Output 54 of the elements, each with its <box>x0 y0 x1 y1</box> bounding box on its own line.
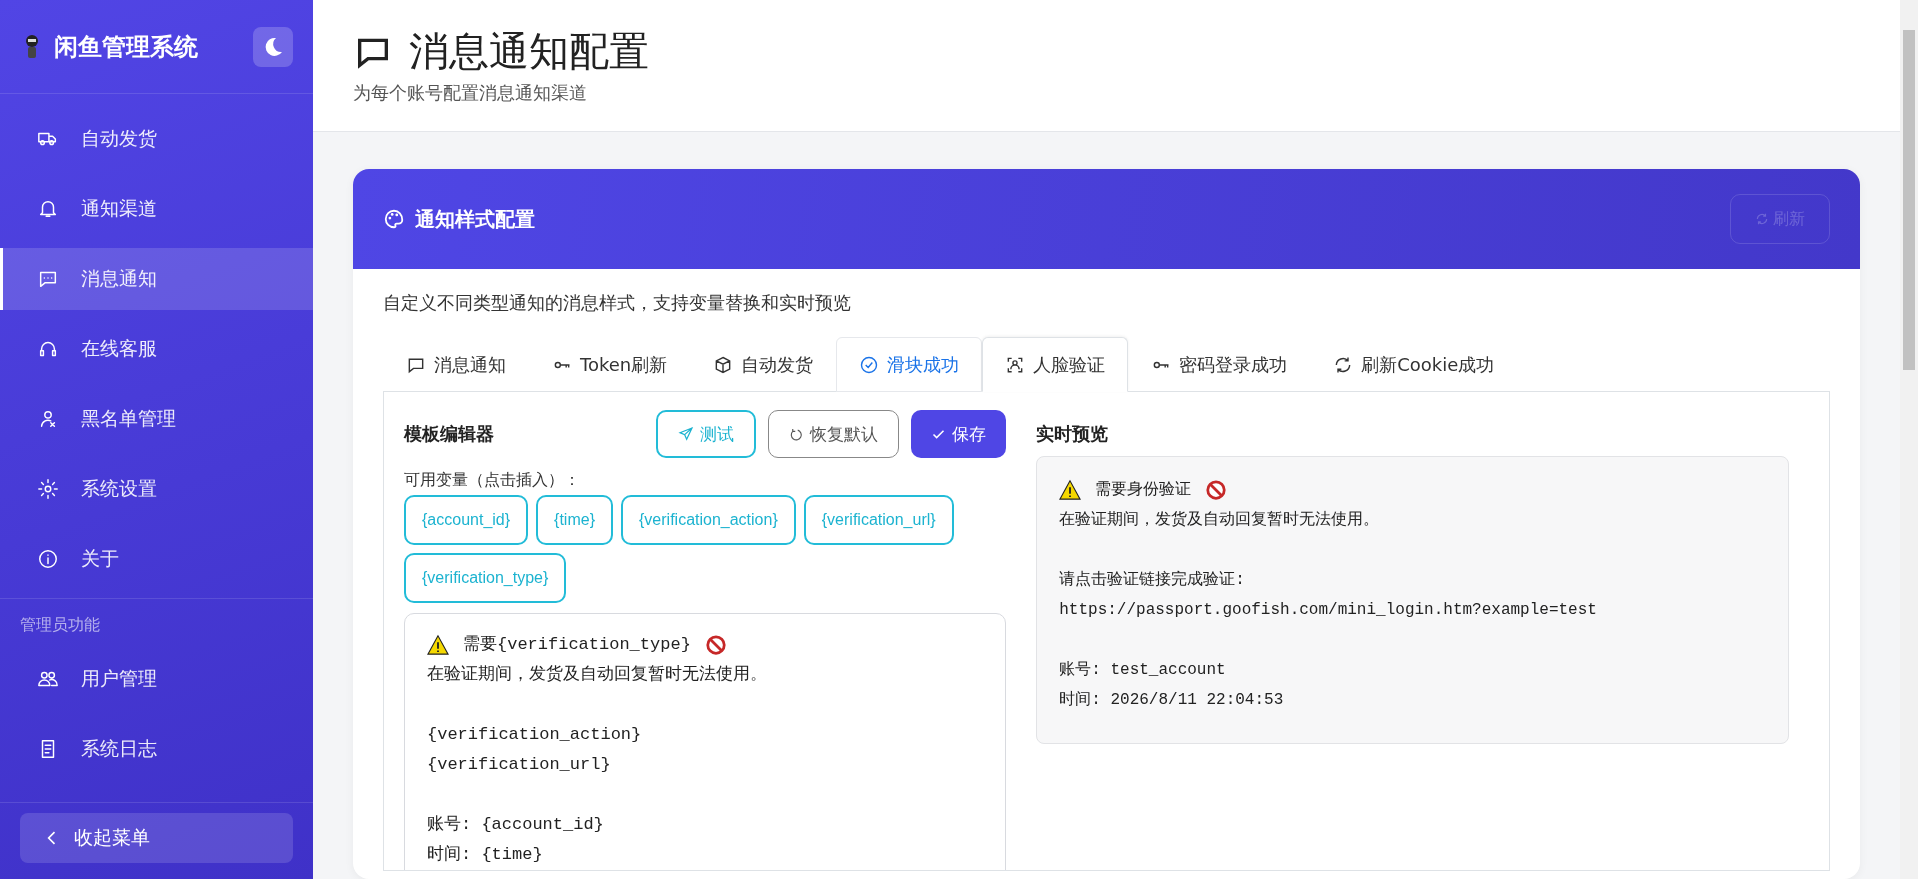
template-line: 账号: {account_id} <box>427 814 604 836</box>
collapse-menu-button[interactable]: 收起菜单 <box>20 813 293 863</box>
template-line: 时间: {time} <box>427 844 543 866</box>
tab[interactable]: 密码登录成功 <box>1128 337 1311 392</box>
scrollbar-thumb[interactable] <box>1903 30 1915 370</box>
tab[interactable]: 自动发货 <box>690 337 837 392</box>
card-description: 自定义不同类型通知的消息样式，支持变量替换和实时预览 <box>383 291 852 315</box>
reset-button[interactable]: 恢复默认 <box>768 410 900 458</box>
tab[interactable]: 滑块成功 <box>836 337 983 392</box>
tab[interactable]: 人脸验证 <box>982 337 1129 392</box>
template-line: {verification_url} <box>427 754 611 776</box>
tab[interactable]: 消息通知 <box>383 337 529 392</box>
preview-line: 时间: 2026/8/11 22:04:53 <box>1059 690 1284 711</box>
mascot-icon <box>24 33 40 60</box>
refresh-icon <box>1755 212 1769 226</box>
sidebar-item[interactable]: 系统设置 <box>0 458 313 520</box>
sidebar-item[interactable]: 通知渠道 <box>0 178 313 240</box>
preview-line: https://passport.goofish.com/mini_login.htm?example=test <box>1059 600 1597 621</box>
app-title: 闲鱼管理系统 <box>54 31 199 63</box>
preview-line: 账号: test_account <box>1059 660 1226 681</box>
preview-line: 请点击验证链接完成验证: <box>1059 569 1245 591</box>
template-line: 需要{verification_type} <box>463 634 691 656</box>
sidebar-item[interactable]: 在线客服 <box>0 318 313 380</box>
editor-title: 模板编辑器 <box>404 422 494 446</box>
tab[interactable]: 刷新Cookie成功 <box>1310 337 1518 392</box>
preview-line: 需要身份验证 <box>1095 480 1192 501</box>
send-icon <box>678 426 695 442</box>
reset-icon <box>789 426 805 442</box>
save-button[interactable]: 保存 <box>911 410 1007 458</box>
palette-icon <box>383 208 405 230</box>
preview-line: 在验证期间，发货及自动回复暂时无法使用。 <box>1059 510 1380 531</box>
sidebar-item[interactable]: 消息通知 <box>0 248 313 310</box>
warning-icon <box>427 634 449 656</box>
page-title: 消息通知配置 <box>409 27 649 76</box>
page-subtitle: 为每个账号配置消息通知渠道 <box>353 81 588 105</box>
dark-mode-toggle[interactable] <box>253 26 293 67</box>
prohibited-icon <box>704 634 727 656</box>
warning-icon <box>1059 479 1082 501</box>
template-line: 在验证期间，发货及自动回复暂时无法使用。 <box>427 664 767 686</box>
preview-title: 实时预览 <box>1036 422 1110 446</box>
info-icon <box>37 548 59 570</box>
sidebar-item[interactable]: 黑名单管理 <box>0 388 313 450</box>
template-textarea[interactable]: 需要{verification_type} 在验证期间，发货及自动回复暂时无法使用。 {verification_action} {verification_url} 账号: {account_id} 时间: {time} <box>404 613 1007 870</box>
sidebar-item[interactable]: 用户管理 <box>0 648 313 710</box>
sidebar-item[interactable]: 系统日志 <box>0 718 313 780</box>
sidebar-item[interactable]: 自动发货 <box>0 108 313 170</box>
variables-label: 可用变量（点击插入）： <box>404 470 581 491</box>
tab[interactable]: Token刷新 <box>529 337 691 392</box>
scrollbar[interactable] <box>1900 0 1918 879</box>
template-line: {verification_action} <box>427 724 642 746</box>
prohibited-icon <box>1205 479 1228 501</box>
sidebar-item[interactable]: 关于 <box>0 528 313 590</box>
bell-icon <box>37 198 59 220</box>
card-title: 通知样式配置 <box>415 205 535 233</box>
